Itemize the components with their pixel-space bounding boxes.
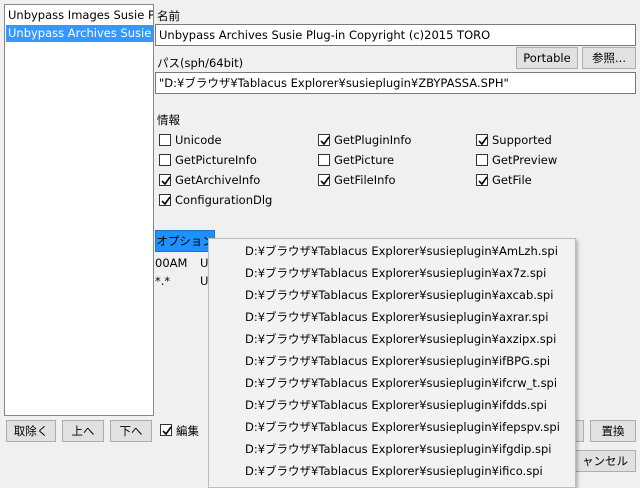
dropdown-item[interactable]: D:¥ブラウザ¥Tablacus Explorer¥susieplugin¥if… (245, 416, 560, 438)
checkmark-icon (162, 426, 172, 436)
info-label: 情報 (157, 113, 180, 127)
getpictureinfo-label: GetPictureInfo (175, 153, 257, 167)
portable-button[interactable]: Portable (516, 47, 578, 69)
getpicture-checkbox[interactable] (318, 154, 330, 166)
name-field[interactable]: Unbypass Archives Susie Plug-in Copyrigh… (155, 24, 636, 46)
getplugininfo-label: GetPluginInfo (334, 133, 412, 147)
getfile-label: GetFile (492, 173, 532, 187)
replace-button[interactable]: 置換 (590, 420, 636, 442)
options-button[interactable]: オプション (155, 230, 215, 252)
checkmark-icon (161, 196, 171, 206)
plugin-list-item[interactable]: Unbypass Images Susie Plug-in (6, 7, 153, 24)
path-dropdown-list[interactable]: D:¥ブラウザ¥Tablacus Explorer¥susieplugin¥Am… (208, 238, 576, 488)
configurationdlg-checkbox[interactable] (159, 194, 171, 206)
dropdown-item[interactable]: D:¥ブラウザ¥Tablacus Explorer¥susieplugin¥ax… (245, 306, 548, 328)
getfileinfo-label: GetFileInfo (334, 173, 396, 187)
dropdown-item[interactable]: D:¥ブラウザ¥Tablacus Explorer¥susieplugin¥if… (245, 438, 551, 460)
getpicture-label: GetPicture (334, 153, 395, 167)
dropdown-item[interactable]: D:¥ブラウザ¥Tablacus Explorer¥susieplugin¥if… (245, 394, 547, 416)
partial-text: *.* (155, 274, 171, 288)
partial-text: 00AM (155, 256, 188, 270)
checkmark-icon (478, 136, 488, 146)
plugin-list[interactable]: Unbypass Images Susie Plug-in Unbypass A… (4, 4, 154, 416)
dropdown-item[interactable]: D:¥ブラウザ¥Tablacus Explorer¥susieplugin¥ax… (245, 262, 546, 284)
move-down-button[interactable]: 下へ (110, 420, 152, 442)
getfileinfo-checkbox[interactable] (318, 174, 330, 186)
cancel-button[interactable]: ャンセル (574, 450, 636, 472)
plugin-list-item-selected[interactable]: Unbypass Archives Susie Plug-in (6, 25, 153, 42)
checkmark-icon (478, 176, 488, 186)
checkmark-icon (320, 136, 330, 146)
getpictureinfo-checkbox[interactable] (159, 154, 171, 166)
dropdown-item[interactable]: D:¥ブラウザ¥Tablacus Explorer¥susieplugin¥ax… (245, 328, 556, 350)
edit-checkbox-label: 編集 (176, 424, 199, 438)
dropdown-item[interactable]: D:¥ブラウザ¥Tablacus Explorer¥susieplugin¥Am… (245, 240, 558, 262)
dropdown-item[interactable]: D:¥ブラウザ¥Tablacus Explorer¥susieplugin¥ax… (245, 284, 553, 306)
dropdown-item[interactable]: D:¥ブラウザ¥Tablacus Explorer¥susieplugin¥if… (245, 460, 543, 482)
move-up-button[interactable]: 上へ (62, 420, 104, 442)
getpreview-checkbox[interactable] (476, 154, 488, 166)
remove-button[interactable]: 取除く (6, 420, 56, 442)
getpreview-label: GetPreview (492, 153, 558, 167)
path-label: パス(sph/64bit) (157, 56, 244, 70)
name-label: 名前 (157, 9, 180, 23)
path-field[interactable]: "D:¥ブラウザ¥Tablacus Explorer¥susieplugin¥Z… (155, 72, 636, 94)
getplugininfo-checkbox[interactable] (318, 134, 330, 146)
unicode-checkbox[interactable] (159, 134, 171, 146)
getfile-checkbox[interactable] (476, 174, 488, 186)
unicode-label: Unicode (175, 133, 222, 147)
checkmark-icon (320, 176, 330, 186)
checkmark-icon (161, 176, 171, 186)
configurationdlg-label: ConfigurationDlg (175, 193, 273, 207)
dropdown-item[interactable]: D:¥ブラウザ¥Tablacus Explorer¥susieplugin¥if… (245, 350, 550, 372)
getarchiveinfo-label: GetArchiveInfo (175, 173, 261, 187)
supported-checkbox[interactable] (476, 134, 488, 146)
dropdown-item[interactable]: D:¥ブラウザ¥Tablacus Explorer¥susieplugin¥if… (245, 372, 557, 394)
supported-label: Supported (492, 133, 552, 147)
browse-button[interactable]: 参照... (582, 47, 636, 69)
getarchiveinfo-checkbox[interactable] (159, 174, 171, 186)
edit-checkbox[interactable] (160, 424, 172, 436)
